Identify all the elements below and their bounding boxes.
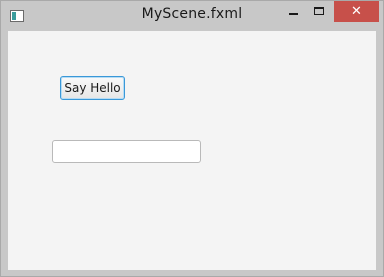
title-bar[interactable]: MyScene.fxml ✕	[1, 1, 383, 31]
say-hello-button[interactable]: Say Hello	[60, 76, 125, 100]
app-window: MyScene.fxml ✕ Say Hello	[0, 0, 384, 277]
text-field[interactable]	[52, 140, 201, 163]
close-button[interactable]: ✕	[334, 1, 379, 22]
maximize-button[interactable]	[306, 1, 332, 22]
close-icon: ✕	[351, 4, 362, 19]
scene-content: Say Hello	[8, 31, 376, 270]
minimize-button[interactable]	[280, 1, 306, 22]
